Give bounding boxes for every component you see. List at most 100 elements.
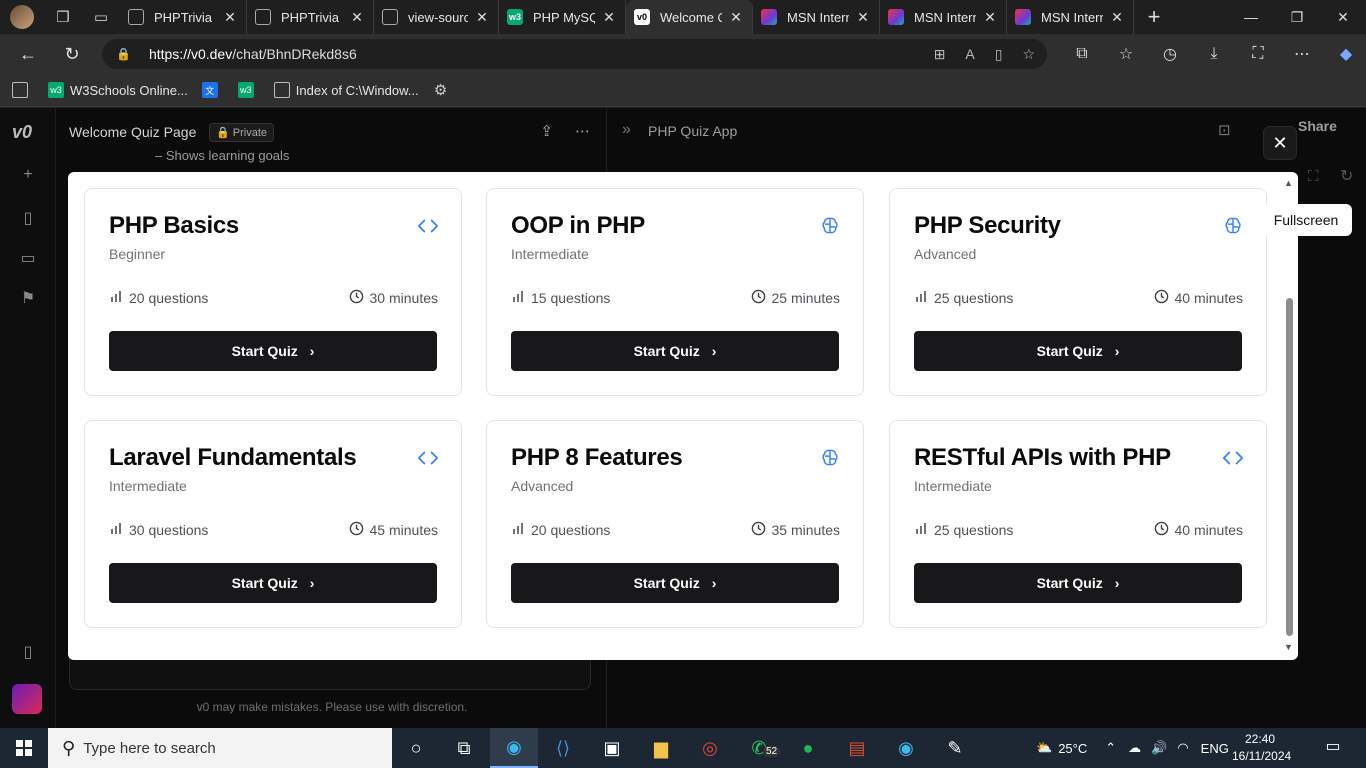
projects-folder-icon[interactable]: ▭ bbox=[18, 248, 38, 268]
start-quiz-button[interactable]: Start Quiz › bbox=[109, 331, 437, 371]
language-indicator[interactable]: ENG bbox=[1201, 741, 1229, 756]
question-count: 20 questions bbox=[511, 521, 610, 538]
start-quiz-button[interactable]: Start Quiz › bbox=[914, 563, 1242, 603]
downloads-icon[interactable]: ⤓ bbox=[1192, 45, 1236, 63]
bookmark-w3-2[interactable]: w3 bbox=[237, 82, 260, 98]
feedback-flag-icon[interactable]: ⚑ bbox=[18, 288, 38, 308]
favorite-star-icon[interactable]: ☆ bbox=[1022, 46, 1035, 63]
chat-more-icon[interactable]: ⋯ bbox=[575, 122, 590, 140]
fullscreen-icon[interactable]: ⛶ bbox=[1308, 168, 1319, 185]
tab-welcome-quiz[interactable]: v0 Welcome Qu ✕ bbox=[626, 0, 753, 34]
app-taskbar-icon[interactable]: ▤ bbox=[833, 728, 881, 768]
workspaces-icon[interactable]: ❒ bbox=[44, 0, 82, 34]
collapse-chevron-icon[interactable]: » bbox=[622, 121, 631, 139]
library-icon[interactable]: ▯ bbox=[18, 208, 38, 228]
bookmark-settings[interactable]: ⚙ bbox=[433, 82, 455, 99]
close-fullscreen-button[interactable]: ✕ bbox=[1263, 126, 1297, 160]
new-tab-button[interactable]: + bbox=[1134, 4, 1174, 30]
url-text[interactable]: https://v0.dev/chat/BhnDRekd8s6 bbox=[149, 46, 357, 62]
fullscreen-preview-modal: PHP Basics Beginner 20 questions 30 minu… bbox=[68, 172, 1298, 660]
task-view-icon[interactable]: ⧉ bbox=[440, 728, 488, 768]
scroll-up-arrow[interactable]: ▲ bbox=[1284, 178, 1293, 188]
file-explorer-icon[interactable]: ▆ bbox=[637, 728, 685, 768]
copilot-icon[interactable]: ◆ bbox=[1324, 44, 1366, 64]
close-tab-icon[interactable]: ✕ bbox=[982, 9, 998, 26]
onedrive-icon[interactable]: ☁ bbox=[1128, 740, 1141, 756]
toggle-sidebar-icon[interactable]: ▯ bbox=[18, 642, 38, 662]
new-chat-icon[interactable]: + bbox=[18, 166, 38, 186]
profile-avatar[interactable] bbox=[10, 5, 34, 29]
quiz-card: PHP 8 Features Advanced 20 questions 35 … bbox=[486, 420, 864, 628]
notifications-icon[interactable]: ▭ bbox=[1316, 736, 1350, 760]
edge-taskbar-icon[interactable]: ◉ bbox=[490, 728, 538, 768]
weather-temp[interactable]: 25°C bbox=[1058, 741, 1087, 756]
w3schools-icon: w3 bbox=[237, 82, 254, 98]
volume-icon[interactable]: 🔊 bbox=[1151, 740, 1167, 756]
close-tab-icon[interactable]: ✕ bbox=[728, 9, 744, 26]
share-button[interactable]: Share bbox=[1298, 118, 1358, 144]
pen-app-icon[interactable]: ✎ bbox=[931, 728, 979, 768]
user-avatar[interactable] bbox=[12, 684, 42, 714]
v0-logo[interactable]: v0 bbox=[12, 122, 32, 143]
tab-php-mysql[interactable]: w3 PHP MySQL ✕ bbox=[499, 0, 626, 34]
tab-phptrivia-2[interactable]: PHPTrivia - D ✕ bbox=[247, 0, 374, 34]
immersive-reader-icon[interactable]: ▯ bbox=[995, 46, 1003, 63]
restore-icon[interactable]: ❐ bbox=[1274, 0, 1320, 34]
close-tab-icon[interactable]: ✕ bbox=[601, 9, 617, 26]
tab-msn-1[interactable]: MSN Interna ✕ bbox=[753, 0, 880, 34]
address-bar[interactable]: 🔒 https://v0.dev/chat/BhnDRekd8s6 ⊞ A ▯ … bbox=[102, 39, 1047, 69]
refresh-icon[interactable]: ↻ bbox=[50, 34, 94, 74]
close-tab-icon[interactable]: ✕ bbox=[349, 9, 365, 26]
start-quiz-button[interactable]: Start Quiz › bbox=[109, 563, 437, 603]
back-icon[interactable]: ← bbox=[6, 34, 50, 74]
whatsapp-taskbar-icon[interactable]: ✆ 52 bbox=[735, 728, 783, 768]
tab-msn-2[interactable]: MSN Interna ✕ bbox=[880, 0, 1007, 34]
minimize-icon[interactable]: — bbox=[1228, 0, 1274, 34]
wifi-icon[interactable]: ◠ bbox=[1177, 740, 1188, 756]
start-quiz-button[interactable]: Start Quiz › bbox=[511, 563, 839, 603]
close-tab-icon[interactable]: ✕ bbox=[855, 9, 871, 26]
cortana-icon[interactable]: ○ bbox=[392, 728, 440, 768]
taskbar-search[interactable]: ⚲ Type here to search bbox=[48, 728, 392, 768]
quiz-card: RESTful APIs with PHP Intermediate 25 qu… bbox=[889, 420, 1267, 628]
bookmark-index-windows[interactable]: Index of C:\Window... bbox=[273, 82, 419, 98]
chrome-taskbar-icon[interactable]: ◎ bbox=[686, 728, 734, 768]
close-tab-icon[interactable]: ✕ bbox=[1109, 9, 1125, 26]
history-icon[interactable]: ◷ bbox=[1148, 44, 1192, 64]
lock-icon[interactable]: 🔒 bbox=[116, 47, 131, 61]
close-tab-icon[interactable]: ✕ bbox=[222, 9, 238, 26]
weather-icon[interactable]: ⛅ bbox=[1036, 740, 1052, 756]
vscode-taskbar-icon[interactable]: ⟨⟩ bbox=[539, 728, 587, 768]
start-quiz-button[interactable]: Start Quiz › bbox=[511, 331, 839, 371]
bookmark-translate[interactable]: 文 bbox=[201, 82, 224, 98]
quiz-level: Advanced bbox=[914, 246, 977, 262]
close-window-icon[interactable]: ✕ bbox=[1320, 0, 1366, 34]
more-menu-icon[interactable]: ⋯ bbox=[1280, 44, 1324, 64]
app-available-icon[interactable]: ⊞ bbox=[934, 46, 946, 63]
edge-secondary-icon[interactable]: ◉ bbox=[882, 728, 930, 768]
start-quiz-button[interactable]: Start Quiz › bbox=[914, 331, 1242, 371]
close-tab-icon[interactable]: ✕ bbox=[474, 9, 490, 26]
modal-scrollbar-thumb[interactable] bbox=[1286, 298, 1293, 636]
read-aloud-icon[interactable]: A bbox=[965, 46, 974, 62]
bookmark-page[interactable] bbox=[12, 82, 34, 98]
favorites-icon[interactable]: ☆ bbox=[1104, 44, 1148, 64]
tray-chevron-icon[interactable]: ⌃ bbox=[1105, 740, 1116, 756]
scroll-down-arrow[interactable]: ▼ bbox=[1284, 642, 1293, 652]
tab-msn-3[interactable]: MSN Interna ✕ bbox=[1007, 0, 1134, 34]
terminal-taskbar-icon[interactable]: ▣ bbox=[588, 728, 636, 768]
extensions-icon[interactable]: ⧉ bbox=[1060, 45, 1104, 63]
tab-actions-icon[interactable]: ▭ bbox=[82, 0, 120, 34]
terminal-icon[interactable]: ⊡ bbox=[1218, 121, 1231, 139]
bar-chart-icon bbox=[511, 521, 525, 538]
spotify-taskbar-icon[interactable]: ● bbox=[784, 728, 832, 768]
reload-preview-icon[interactable]: ↻ bbox=[1340, 166, 1353, 186]
share-upload-icon[interactable]: ⇪ bbox=[540, 122, 553, 140]
taskbar-clock[interactable]: 22:40 16/11/2024 bbox=[1232, 731, 1291, 765]
question-count: 20 questions bbox=[109, 289, 208, 306]
tab-phptrivia-1[interactable]: PHPTrivia - D ✕ bbox=[120, 0, 247, 34]
tab-view-source[interactable]: view-source: ✕ bbox=[374, 0, 499, 34]
screenshot-icon[interactable]: ⛶ bbox=[1236, 45, 1280, 63]
bookmark-w3schools[interactable]: w3 W3Schools Online... bbox=[48, 82, 188, 98]
windows-start-button[interactable] bbox=[0, 728, 48, 768]
